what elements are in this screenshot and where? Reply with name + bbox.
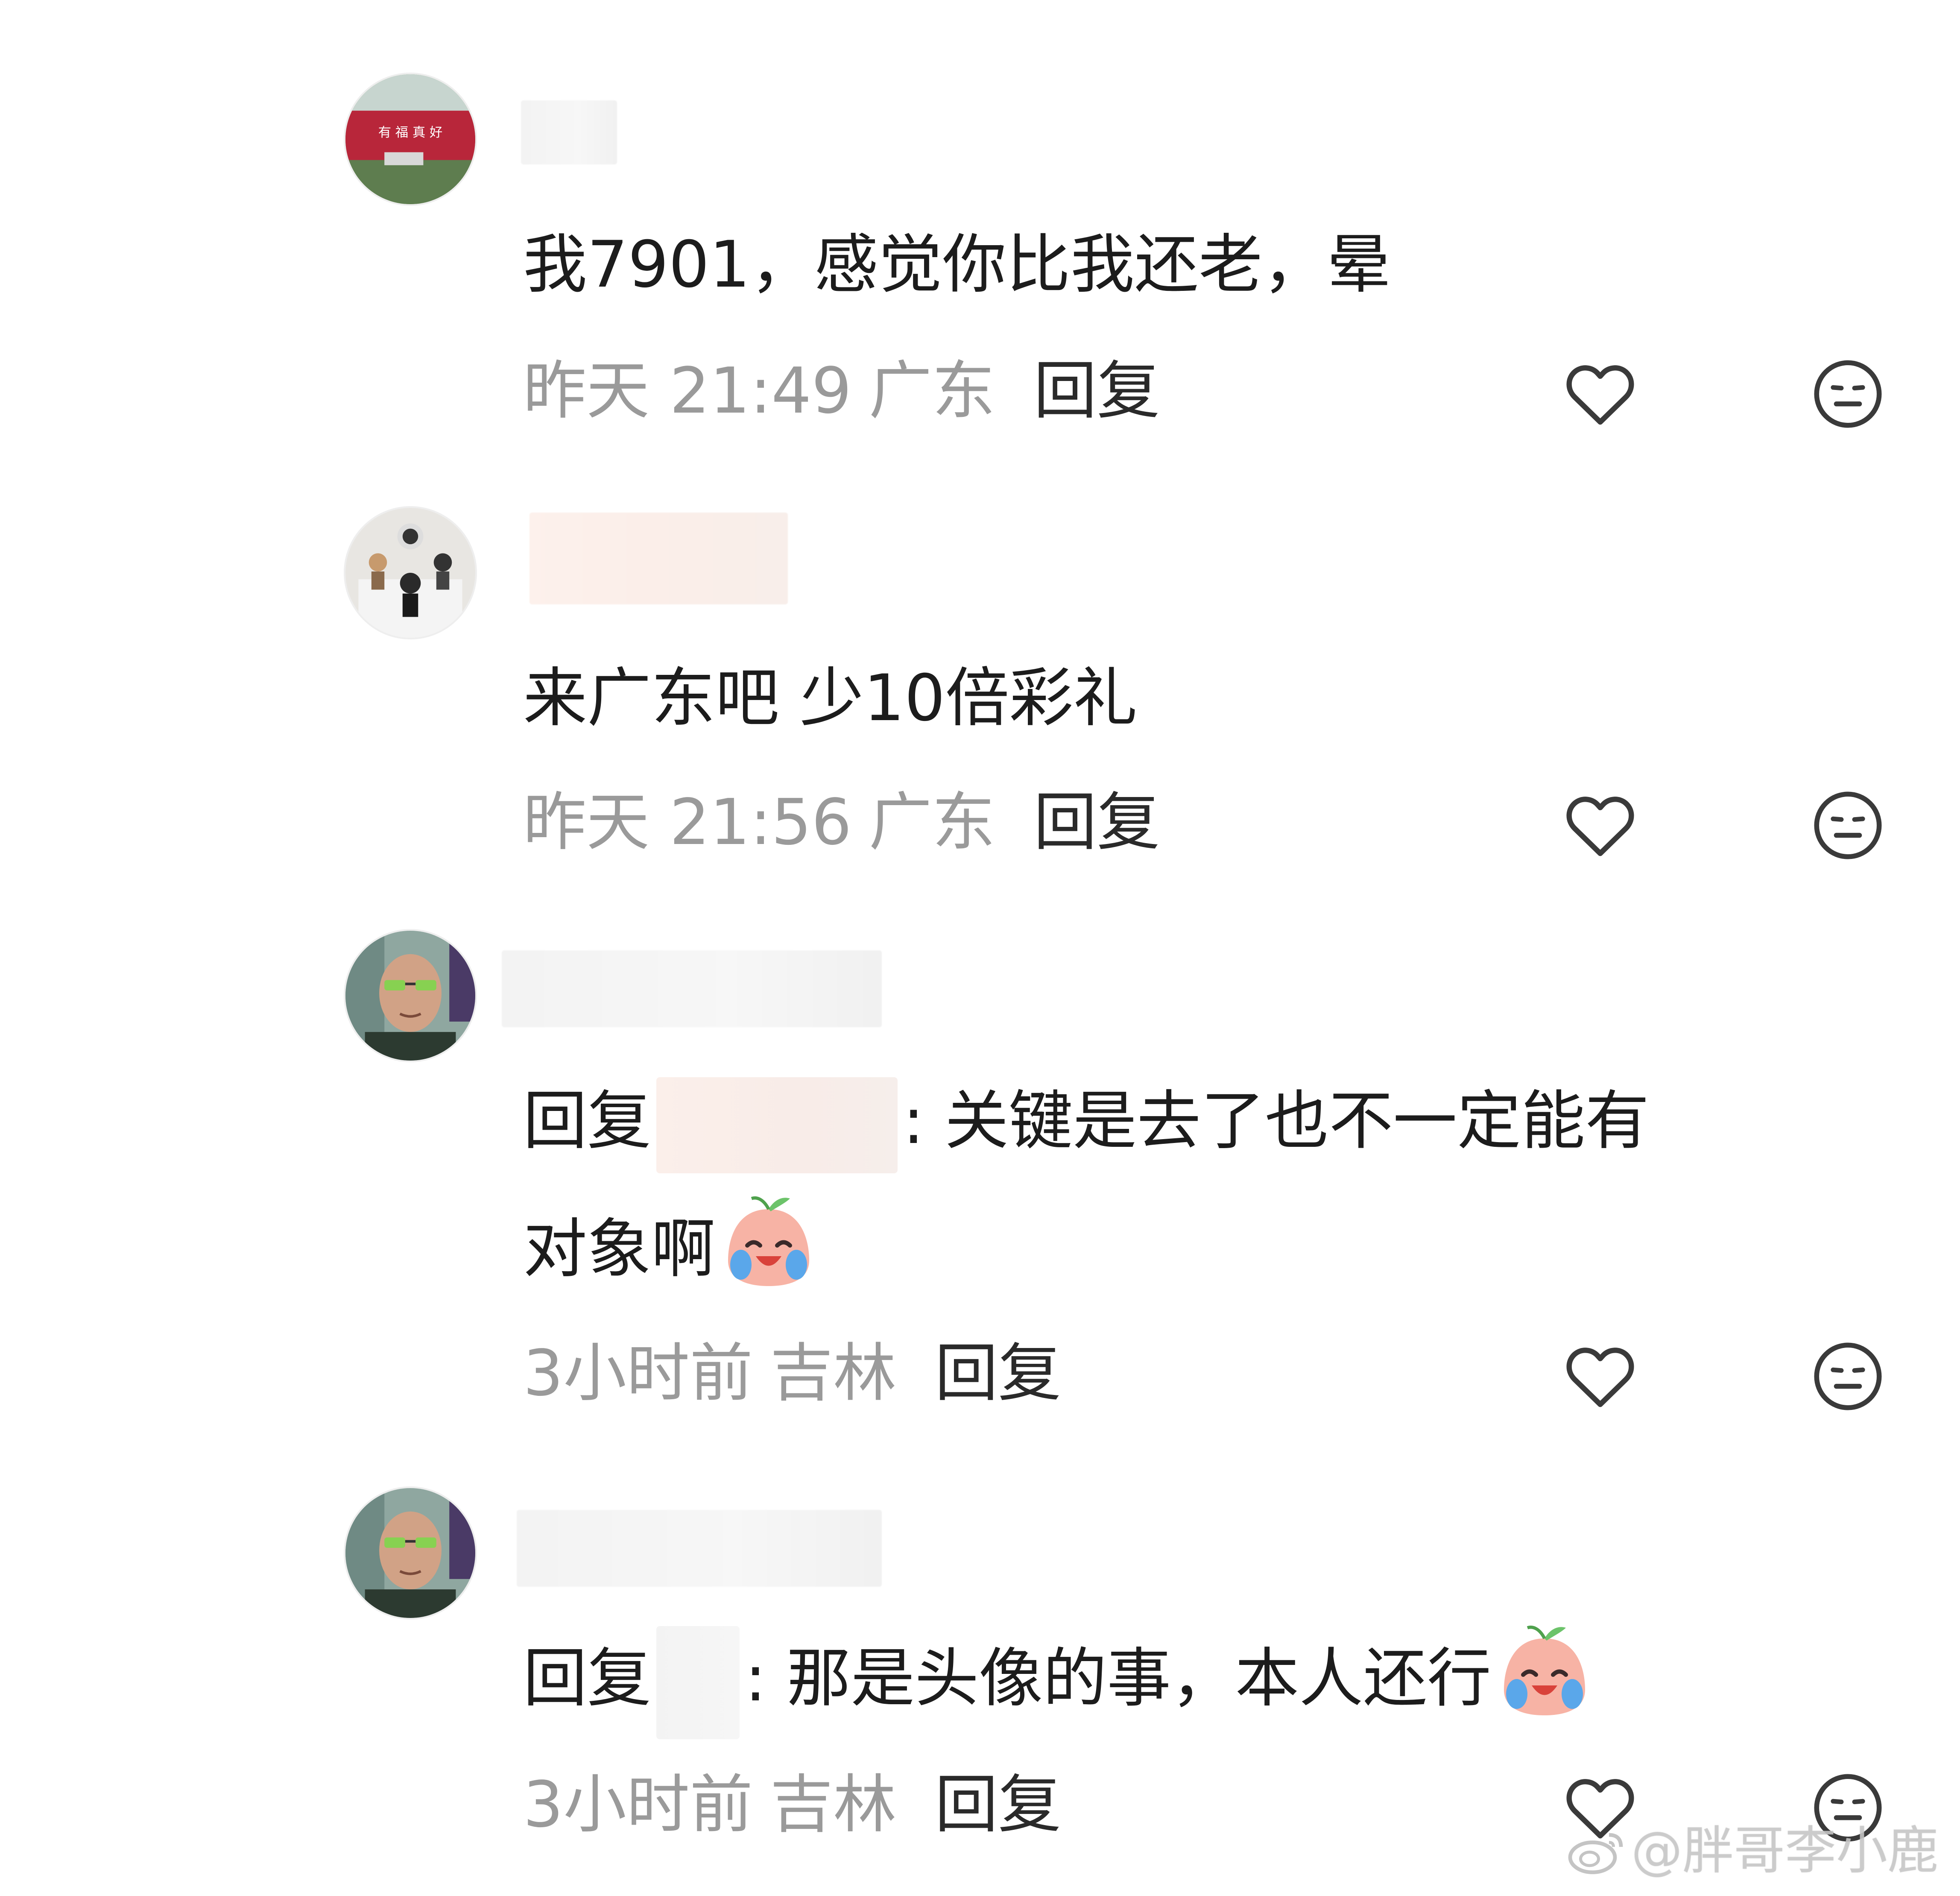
reply-button[interactable]: 回复 — [1034, 354, 1160, 428]
comment-meta: 3小时前 吉林 回复 — [523, 1330, 1061, 1416]
avatar-image-icon: 有 福 真 好 — [345, 74, 475, 204]
avatar[interactable] — [344, 929, 477, 1062]
comment-meta: 昨天 21:49 广东 回复 — [523, 348, 1160, 434]
laugh-cry-emoji — [1491, 1615, 1598, 1722]
username-redacted — [517, 1510, 882, 1587]
comment-time: 昨天 21:56 — [523, 785, 852, 859]
comment-text-line1: : 关键是去了也不一定能有 — [903, 1084, 1650, 1158]
avatar[interactable]: 有 福 真 好 — [344, 73, 477, 206]
comment-meta: 3小时前 吉林 回复 — [523, 1762, 1061, 1847]
neutral-face-icon[interactable] — [1808, 1337, 1887, 1416]
reply-button[interactable]: 回复 — [935, 1336, 1061, 1410]
username-redacted — [529, 513, 788, 604]
weibo-logo-icon — [1567, 1826, 1627, 1877]
comment-text-line2: 对象啊 — [523, 1212, 716, 1286]
comment-meta: 昨天 21:56 广东 回复 — [523, 779, 1160, 865]
comment-text: 回复 : 关键是去了也不一定能有 — [523, 1057, 1890, 1185]
comment-text: 回复 : 那是头像的事，本人还行 — [523, 1615, 1890, 1743]
comment-text-body: : 那是头像的事，本人还行 — [745, 1641, 1492, 1716]
watermark-text: @胖哥李小鹿 — [1631, 1821, 1939, 1881]
comment-location: 吉林 — [770, 1768, 897, 1841]
mentioned-user-redacted[interactable] — [656, 1077, 898, 1174]
heart-outline-icon[interactable] — [1561, 355, 1640, 434]
username-redacted — [502, 950, 882, 1027]
comment-time: 昨天 21:49 — [523, 354, 852, 428]
laugh-cry-emoji — [715, 1186, 822, 1292]
reply-button[interactable]: 回复 — [1034, 785, 1160, 859]
avatar-image-icon — [345, 508, 475, 638]
neutral-face-icon[interactable] — [1808, 355, 1887, 434]
comment-time: 3小时前 — [523, 1336, 753, 1410]
comment-text-line2-row: 对象啊 — [523, 1185, 1890, 1313]
reply-prefix: 回复 — [523, 1641, 652, 1716]
watermark: @胖哥李小鹿 — [1567, 1809, 1939, 1883]
heart-outline-icon[interactable] — [1561, 786, 1640, 865]
username-redacted — [521, 100, 617, 164]
comment-location: 吉林 — [770, 1336, 897, 1410]
comment-time: 3小时前 — [523, 1768, 753, 1841]
heart-outline-icon[interactable] — [1561, 1337, 1640, 1416]
reply-prefix: 回复 — [523, 1084, 652, 1158]
comment-location: 广东 — [869, 785, 995, 859]
reply-button[interactable]: 回复 — [935, 1768, 1061, 1841]
avatar[interactable] — [344, 1486, 477, 1620]
comment-location: 广东 — [869, 354, 995, 428]
avatar-image-icon — [345, 1488, 475, 1618]
mentioned-user-redacted[interactable] — [656, 1626, 740, 1740]
svg-text:有 福 真 好: 有 福 真 好 — [378, 125, 443, 140]
avatar-image-icon — [345, 931, 475, 1061]
comment-text: 我7901，感觉你比我还老，晕 — [523, 228, 1391, 302]
avatar[interactable] — [344, 506, 477, 639]
neutral-face-icon[interactable] — [1808, 786, 1887, 865]
comment-text: 来广东吧 少10倍彩礼 — [523, 661, 1138, 736]
